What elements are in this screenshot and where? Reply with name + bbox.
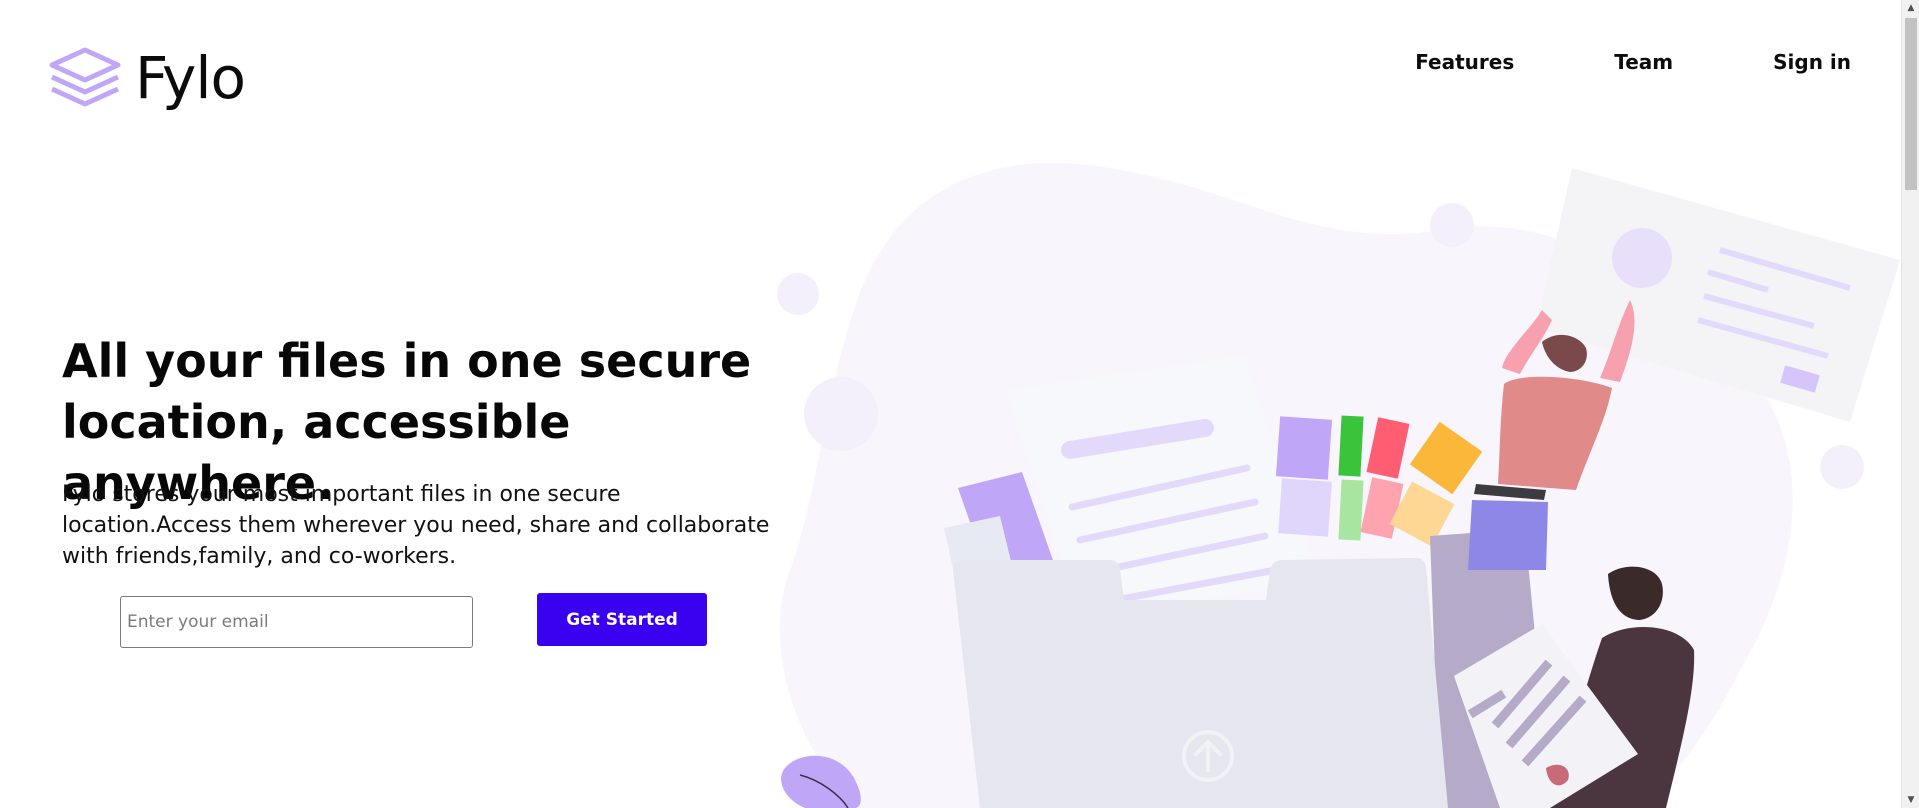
swatch-green-light xyxy=(1338,479,1364,541)
card-avatar xyxy=(1612,228,1672,288)
logo-text: Fylo xyxy=(135,44,246,112)
logo[interactable]: Fylo xyxy=(49,44,246,112)
nav-team[interactable]: Team xyxy=(1614,50,1673,74)
swatch-purple-light xyxy=(1278,478,1332,537)
nav-sign-in[interactable]: Sign in xyxy=(1773,50,1851,74)
stacked-layers-icon xyxy=(49,47,121,107)
swatch-green xyxy=(1338,415,1364,477)
decor-circle xyxy=(804,377,878,451)
hero-illustration xyxy=(777,163,1900,808)
decor-circle xyxy=(1430,203,1474,247)
nav-features[interactable]: Features xyxy=(1415,50,1514,74)
decor-circle xyxy=(1820,445,1864,489)
landing-page: Fylo Features Team Sign in All your file… xyxy=(0,0,1901,808)
decor-circle xyxy=(777,273,819,315)
main-nav: Features Team Sign in xyxy=(1415,50,1851,74)
triangle-up-icon[interactable]: ▲ xyxy=(1902,0,1919,16)
vertical-scrollbar[interactable]: ▲ ▼ xyxy=(1901,0,1919,808)
get-started-button[interactable]: Get Started xyxy=(537,593,707,646)
scroll-thumb[interactable] xyxy=(1905,18,1917,190)
swatch-purple xyxy=(1275,416,1333,480)
triangle-down-icon[interactable]: ▼ xyxy=(1902,792,1919,808)
hero-description: Fylo stores your most important files in… xyxy=(62,482,770,569)
email-input[interactable] xyxy=(120,596,473,648)
woman-pants xyxy=(1468,500,1548,570)
